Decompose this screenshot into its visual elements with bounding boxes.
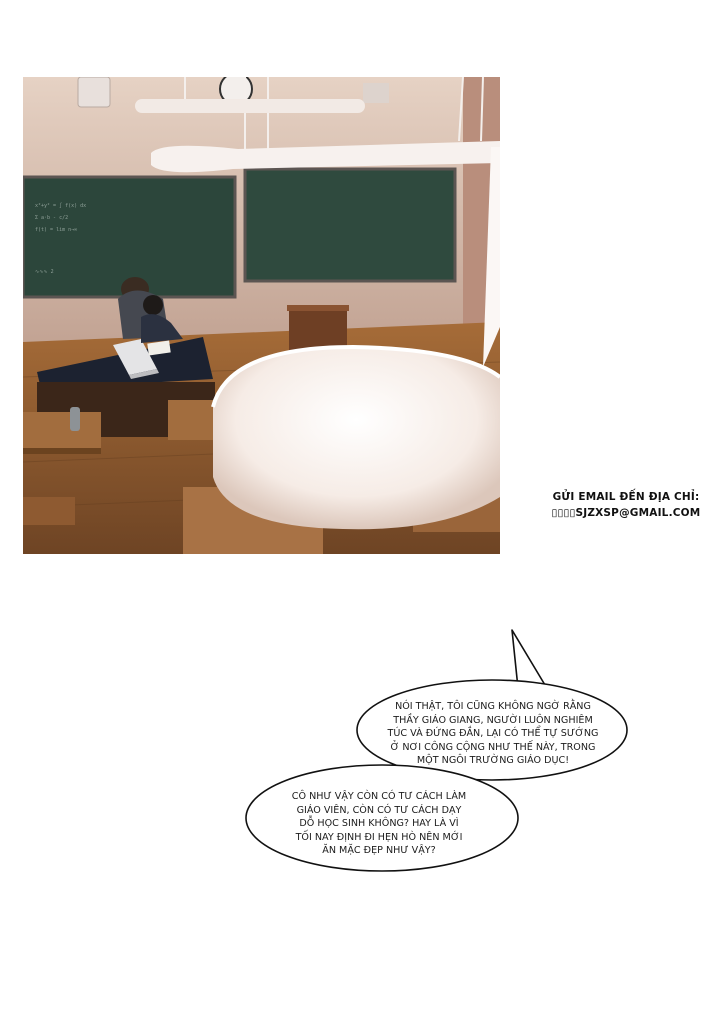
bubble-line: TÚC VÀ ĐỨNG ĐẮN, LẠI CÓ THỂ TỰ SƯỚNG <box>387 728 599 739</box>
bubble-line: THẦY GIÁO GIANG, NGƯỜI LUÔN NGHIÊM <box>393 714 593 726</box>
bubble-line: MỘT NGÔI TRƯỜNG GIÁO DỤC! <box>416 755 570 766</box>
speech-bubbles <box>245 629 628 872</box>
bubble-line: CÔ NHƯ VẬY CÒN CÓ TƯ CÁCH LÀM <box>291 791 467 802</box>
bubble-line: ĂN MẶC ĐẸP NHƯ VẬY? <box>322 845 436 856</box>
bubble-line: TỐI NAY ĐỊNH ĐI HẸN HÒ NÊN MỚI <box>295 831 463 843</box>
bubble-line: NÓI THẬT, TÔI CŨNG KHÔNG NGỜ RẰNG <box>395 701 591 712</box>
bubble-line: DỖ HỌC SINH KHÔNG? HAY LÀ VÌ <box>299 818 459 829</box>
bubble-line: GIÁO VIÊN, CÒN CÓ TƯ CÁCH DẠY <box>296 804 462 816</box>
speech-bubble-2-text: CÔ NHƯ VẬY CÒN CÓ TƯ CÁCH LÀM GIÁO VIÊN,… <box>264 790 494 858</box>
speech-bubble-1-text: NÓI THẬT, TÔI CŨNG KHÔNG NGỜ RẰNG THẦY G… <box>378 700 608 768</box>
bubble-line: Ở NƠI CÔNG CỘNG NHƯ THẾ NÀY, TRONG <box>390 741 596 753</box>
